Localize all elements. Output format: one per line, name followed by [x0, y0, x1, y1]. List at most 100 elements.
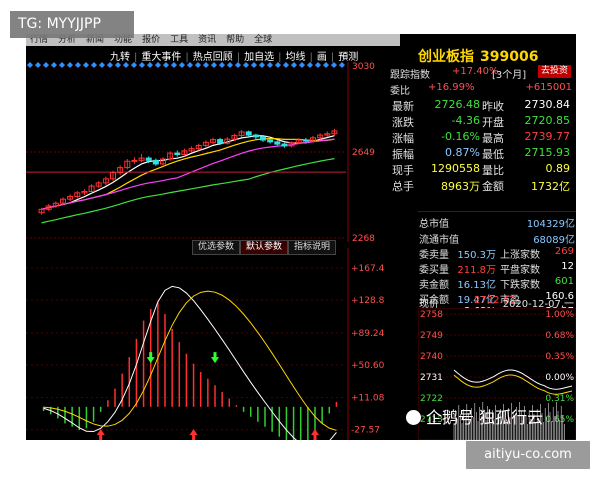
quote-row: 现手 1290558 量比 0.89 — [388, 162, 576, 177]
menu-item[interactable]: 全球 — [254, 35, 272, 45]
stat-label: 上涨家数 — [500, 250, 540, 261]
stat-row: 卖金额 16.13亿 下跌家数 601 — [418, 276, 576, 291]
event-marker — [59, 62, 65, 68]
market-cap-value: 104329亿 — [526, 219, 575, 230]
menu-item[interactable]: 工具 — [170, 35, 188, 45]
stat-label: 下跌家数 — [500, 280, 540, 291]
event-marker — [323, 62, 329, 68]
market-cap-row: 总市值 104329亿 — [418, 215, 576, 230]
event-marker — [203, 62, 209, 68]
indicator-tick-label: +89.24 — [351, 329, 385, 339]
intraday-pct-tick: 0.68% — [545, 331, 574, 341]
menu-item[interactable]: 帮助 — [226, 35, 244, 45]
quote-row: 总手 8963万 金额 1732亿 — [388, 178, 576, 193]
quote-value: 2726.48 — [434, 98, 481, 111]
quote-label: 量比 — [482, 164, 504, 177]
event-marker — [67, 62, 73, 68]
event-marker — [83, 62, 89, 68]
event-marker — [283, 62, 289, 68]
buy-signal-icon — [189, 429, 198, 440]
kline-chart[interactable]: 3030 2649 2268 — [26, 62, 388, 242]
quote-row: 振幅 0.87% 最低 2715.93 — [388, 146, 576, 161]
candle-body — [267, 139, 274, 143]
trading-terminal-screen: 行情 分析 新闻 功能 报价 工具 资讯 帮助 全球 九转 | 重大事件 | 热点回顾 | 加自选 | 均线 | 画… — [26, 34, 576, 440]
intraday-pct-tick: 0.35% — [545, 352, 574, 362]
quote-row: 涨幅 -0.16% 最高 2739.77 — [388, 130, 576, 145]
commission-ratio-row: 委比 +16.99% +615001 — [388, 82, 576, 97]
event-marker — [27, 62, 33, 68]
event-marker — [139, 62, 145, 68]
stat-value: 269 — [554, 246, 574, 257]
quote-label: 开盘 — [482, 116, 504, 129]
event-marker — [123, 62, 129, 68]
dif-line — [43, 285, 337, 440]
index-title: 创业板指 399006 — [418, 46, 538, 66]
invest-button[interactable]: 去投资 — [538, 65, 572, 78]
stat-row: 委卖量 150.3万 上涨家数 269 — [418, 246, 576, 261]
quote-value: 2730.84 — [524, 98, 571, 111]
buy-signal-icon — [311, 429, 319, 440]
event-marker — [131, 62, 137, 68]
quote-label: 振幅 — [392, 148, 414, 161]
stat-value: 150.3万 — [457, 250, 496, 261]
stat-value: 16.13亿 — [457, 280, 496, 291]
sell-signal-icon — [146, 352, 155, 364]
quote-label: 金额 — [482, 180, 504, 193]
commission-ratio-diff: +615001 — [525, 82, 572, 93]
event-marker — [147, 62, 153, 68]
quote-label: 昨收 — [482, 100, 504, 113]
quote-value: 8963万 — [441, 180, 480, 193]
site-watermark-label: aitiyu-co.com — [466, 441, 590, 469]
event-marker — [235, 62, 241, 68]
quote-value: 0.89 — [545, 162, 571, 175]
market-cap-row: 流通市值 68089亿 — [418, 231, 576, 246]
stat-value: 211.8万 — [457, 265, 496, 276]
event-marker — [115, 62, 121, 68]
intraday-pct-tick: 1.00% — [545, 310, 574, 320]
follow-index-label: 跟踪指数 — [390, 70, 430, 81]
event-marker — [43, 62, 49, 68]
commission-ratio-pct: +16.99% — [428, 82, 475, 93]
dea-line — [43, 290, 337, 431]
kline-toolbar: 九转 | 重大事件 | 热点回顾 | 加自选 | 均线 | 画 | 預测 — [110, 48, 362, 63]
event-marker — [195, 62, 201, 68]
market-cap-value: 68089亿 — [533, 235, 575, 246]
candle-body — [274, 141, 281, 145]
event-marker — [227, 62, 233, 68]
sell-signal-icon — [211, 352, 219, 364]
event-marker — [339, 62, 345, 68]
indicator-tick-label: +50.60 — [351, 361, 385, 371]
buy-signal-icon — [96, 429, 105, 440]
stat-row: 委买量 211.8万 平盘家数 12 — [418, 261, 576, 276]
ma20-line — [41, 138, 335, 210]
event-marker — [155, 62, 161, 68]
event-marker — [243, 62, 249, 68]
quote-row: 涨跌 -4.36 开盘 2720.85 — [388, 114, 576, 129]
stat-label: 卖金额 — [419, 280, 449, 291]
price-tick-label: 2268 — [352, 234, 375, 242]
intraday-price-tick: 2740 — [420, 352, 443, 362]
quote-value: 2715.93 — [524, 146, 571, 159]
intraday-pct-tick: 0.31% — [545, 394, 574, 404]
stat-value: 12 — [561, 261, 574, 272]
follow-index-period: [3个月] — [492, 70, 527, 81]
event-marker — [259, 62, 265, 68]
menu-item[interactable]: 资讯 — [198, 35, 216, 45]
index-name: 创业板指 — [418, 49, 474, 65]
quote-label: 最低 — [482, 148, 504, 161]
candle-body — [174, 152, 181, 155]
quote-value: 0.87% — [445, 146, 480, 159]
menu-item[interactable]: 报价 — [142, 35, 160, 45]
candle-body — [245, 131, 252, 136]
indicator-tick-label: +128.8 — [351, 296, 385, 306]
candle-body — [281, 143, 288, 147]
intraday-price-tick: 2722 — [420, 394, 443, 404]
quote-label: 总手 — [392, 180, 414, 193]
stat-value: 601 — [554, 276, 574, 287]
event-marker — [331, 62, 337, 68]
quote-value: 1290558 — [431, 162, 480, 175]
quote-value: 1732亿 — [531, 180, 570, 193]
quote-value: 2739.77 — [524, 130, 571, 143]
commission-ratio-label: 委比 — [390, 86, 410, 97]
macd-chart[interactable]: +167.4 +128.8 +89.24 +50.60 +11.08 -27.57 — [26, 248, 388, 440]
